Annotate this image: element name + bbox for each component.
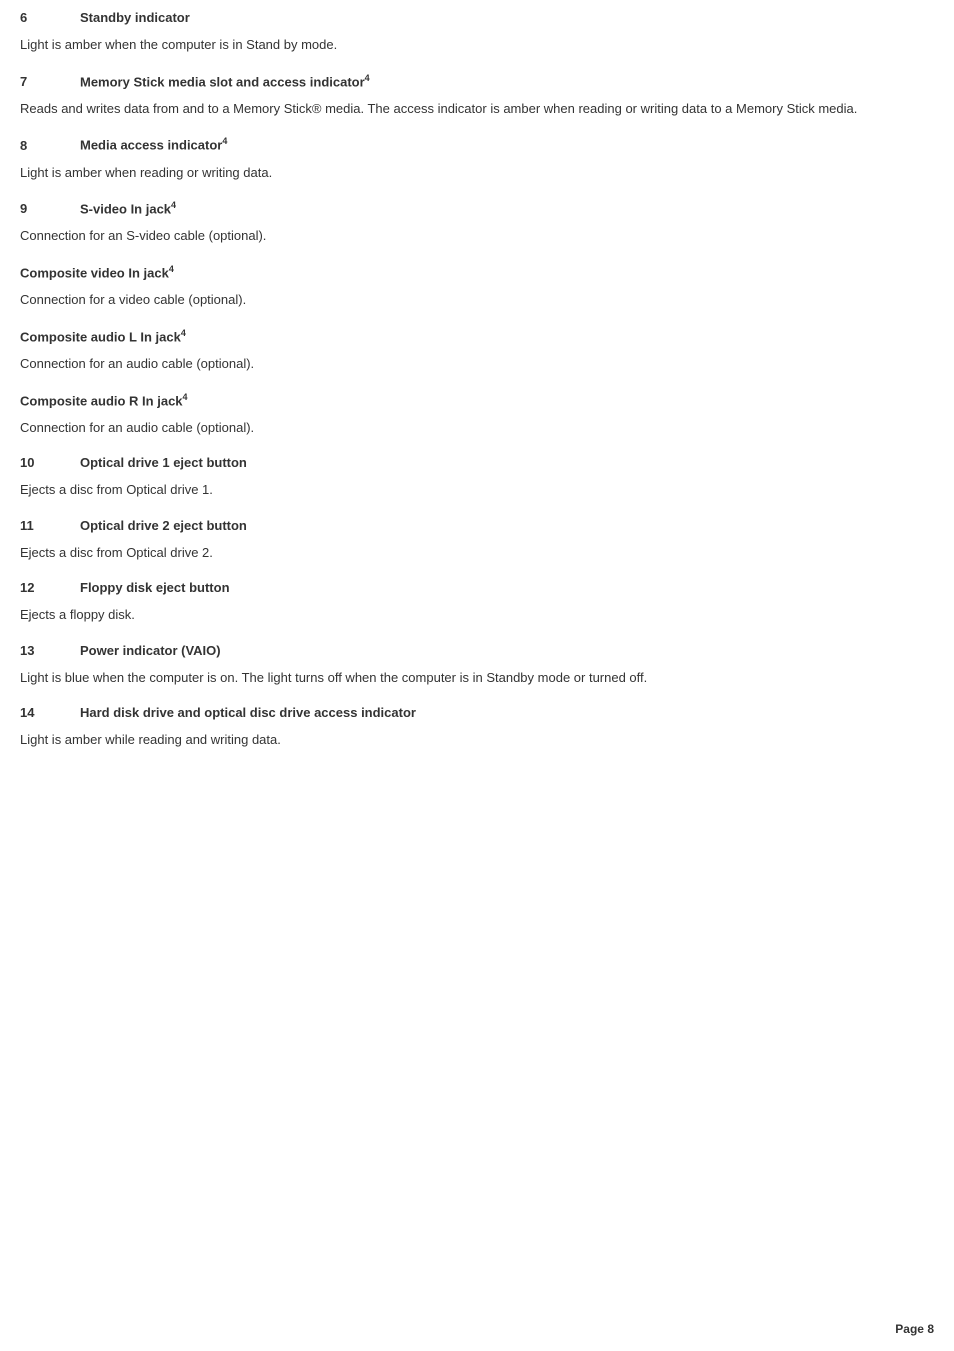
section-header: 13Power indicator (VAIO): [20, 643, 934, 658]
section-number: 7: [20, 74, 80, 89]
section-header: 9S-video In jack4: [20, 200, 934, 216]
section-description: Ejects a floppy disk.: [20, 605, 934, 625]
section-title-superscript: 4: [365, 73, 370, 83]
section-description: Ejects a disc from Optical drive 1.: [20, 480, 934, 500]
section-2: 7Memory Stick media slot and access indi…: [20, 73, 934, 119]
section-title: Optical drive 1 eject button: [80, 455, 247, 470]
section-12: 14Hard disk drive and optical disc drive…: [20, 705, 934, 750]
section-1: 6Standby indicator Light is amber when th…: [20, 10, 934, 55]
section-number: 10: [20, 455, 80, 470]
section-number: 11: [20, 518, 80, 533]
section-7: Composite audio R In jack4 Connection for…: [20, 392, 934, 438]
section-4: 9S-video In jack4 Connection for an S-vid…: [20, 200, 934, 246]
section-title-superscript: 4: [171, 200, 176, 210]
section-header: 12Floppy disk eject button: [20, 580, 934, 595]
section-title-superscript: 4: [222, 136, 227, 146]
section-header: 11Optical drive 2 eject button: [20, 518, 934, 533]
section-title-superscript: 4: [181, 328, 186, 338]
section-description: Light is amber when reading or writing d…: [20, 163, 934, 183]
section-8: 10Optical drive 1 eject button Ejects a d…: [20, 455, 934, 500]
section-title: Floppy disk eject button: [80, 580, 230, 595]
section-number: 12: [20, 580, 80, 595]
section-number: 9: [20, 201, 80, 216]
section-title: Memory Stick media slot and access indic…: [80, 73, 370, 89]
section-number: 13: [20, 643, 80, 658]
section-title-superscript: 4: [169, 264, 174, 274]
section-description: Light is amber when the computer is in S…: [20, 35, 934, 55]
section-title: Hard disk drive and optical disc drive a…: [80, 705, 416, 720]
section-9: 11Optical drive 2 eject button Ejects a d…: [20, 518, 934, 563]
section-3: 8Media access indicator4 Light is amber w…: [20, 136, 934, 182]
section-11: 13Power indicator (VAIO) Light is blue wh…: [20, 643, 934, 688]
section-description: Connection for a video cable (optional).: [20, 290, 934, 310]
section-title-superscript: 4: [183, 392, 188, 402]
section-description: Connection for an audio cable (optional)…: [20, 354, 934, 374]
section-header: 8Media access indicator4: [20, 136, 934, 152]
section-title: Composite audio L In jack4: [20, 328, 934, 344]
section-title: Standby indicator: [80, 10, 190, 25]
section-6: Composite audio L In jack4 Connection for…: [20, 328, 934, 374]
section-10: 12Floppy disk eject button Ejects a flopp…: [20, 580, 934, 625]
section-header: 6Standby indicator: [20, 10, 934, 25]
section-header: 7Memory Stick media slot and access indi…: [20, 73, 934, 89]
section-description: Light is blue when the computer is on. T…: [20, 668, 934, 688]
section-5: Composite video In jack4 Connection for a…: [20, 264, 934, 310]
section-header: 14Hard disk drive and optical disc drive…: [20, 705, 934, 720]
section-header: 10Optical drive 1 eject button: [20, 455, 934, 470]
section-title: Power indicator (VAIO): [80, 643, 221, 658]
section-description: Light is amber while reading and writing…: [20, 730, 934, 750]
section-number: 8: [20, 138, 80, 153]
section-description: Connection for an audio cable (optional)…: [20, 418, 934, 438]
section-title: Media access indicator4: [80, 136, 227, 152]
section-description: Ejects a disc from Optical drive 2.: [20, 543, 934, 563]
section-title: Optical drive 2 eject button: [80, 518, 247, 533]
section-title: Composite video In jack4: [20, 264, 934, 280]
section-number: 14: [20, 705, 80, 720]
section-number: 6: [20, 10, 80, 25]
section-description: Connection for an S-video cable (optiona…: [20, 226, 934, 246]
section-title: Composite audio R In jack4: [20, 392, 934, 408]
page-number: Page 8: [895, 1322, 934, 1336]
section-title: S-video In jack4: [80, 200, 176, 216]
section-description: Reads and writes data from and to a Memo…: [20, 99, 934, 119]
